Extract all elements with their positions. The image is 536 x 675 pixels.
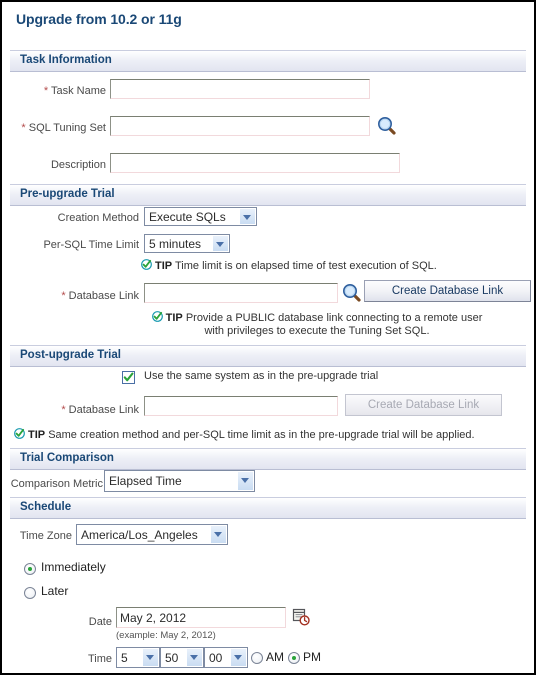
label-text-description: Description	[50, 159, 106, 171]
per-sql-time-limit-select[interactable]: 5 minutes	[144, 234, 230, 253]
label-sql-tuning-set: * SQL Tuning Set	[2, 122, 106, 134]
tip-time-limit: TIP Time limit is on elapsed time of tes…	[141, 259, 511, 273]
magnifier-icon[interactable]	[342, 283, 362, 303]
section-title-pre-upgrade-trial: Pre-upgrade Trial	[20, 188, 115, 200]
label-pre-database-link: * Database Link	[2, 290, 139, 302]
label-time-zone: Time Zone	[19, 530, 72, 542]
time-second-value: 00	[209, 651, 223, 665]
magnifier-icon[interactable]	[377, 116, 397, 136]
time-hour-select[interactable]: 5	[116, 647, 160, 668]
section-header-pre-upgrade-trial: Pre-upgrade Trial	[10, 184, 526, 206]
time-am-label: AM	[266, 650, 284, 664]
section-title-schedule: Schedule	[20, 501, 72, 513]
sql-tuning-set-input[interactable]	[110, 116, 370, 136]
time-second-select[interactable]: 00	[204, 647, 248, 668]
use-same-system-label: Use the same system as in the pre-upgrad…	[144, 370, 379, 382]
calendar-clock-icon[interactable]	[292, 608, 310, 626]
label-text-task-name: Task Name	[50, 85, 106, 97]
chevron-down-icon[interactable]	[142, 649, 158, 666]
tip-check-icon	[141, 259, 152, 270]
post-database-link-input[interactable]	[144, 396, 338, 416]
pre-create-database-link-button[interactable]: Create Database Link	[364, 280, 531, 302]
creation-method-value: Execute SQLs	[149, 210, 226, 224]
tip-prefix: TIP	[165, 312, 183, 324]
schedule-later-label: Later	[41, 584, 69, 598]
chevron-down-icon[interactable]	[239, 209, 255, 224]
chevron-down-icon[interactable]	[210, 526, 226, 543]
comparison-metric-select[interactable]: Elapsed Time	[104, 470, 255, 492]
required-marker-pre-database-link: *	[61, 290, 66, 302]
chevron-down-icon[interactable]	[212, 236, 228, 251]
page-inner: Upgrade from 10.2 or 11g Task Informatio…	[2, 2, 534, 673]
schedule-later-radio[interactable]	[24, 587, 36, 599]
time-minute-select[interactable]: 50	[160, 647, 204, 668]
post-create-database-link-button: Create Database Link	[345, 394, 502, 416]
required-marker-post-database-link: *	[61, 404, 66, 416]
chevron-down-icon[interactable]	[186, 649, 202, 666]
task-name-input[interactable]	[110, 79, 370, 99]
time-pm-radio[interactable]	[288, 652, 300, 664]
label-comparison-metric: Comparison Metric	[10, 478, 103, 490]
time-zone-value: America/Los_Angeles	[81, 528, 198, 542]
section-header-post-upgrade-trial: Post-upgrade Trial	[10, 345, 526, 367]
time-am-radio[interactable]	[251, 652, 263, 664]
tip-prefix: TIP	[155, 260, 173, 272]
tip-same-creation-method: TIP Same creation method and per-SQL tim…	[14, 428, 524, 442]
section-title-post-upgrade-trial: Post-upgrade Trial	[20, 349, 121, 361]
chevron-down-icon[interactable]	[237, 472, 253, 490]
label-post-database-link: * Database Link	[2, 404, 139, 416]
time-pm-label: PM	[303, 650, 321, 664]
tip-check-icon	[14, 428, 25, 439]
required-marker-sql-tuning-set: *	[21, 122, 26, 134]
page-root: Upgrade from 10.2 or 11g Task Informatio…	[0, 0, 536, 675]
label-text-post-database-link: Database Link	[68, 404, 139, 416]
date-input[interactable]	[116, 607, 286, 628]
section-title-task-information: Task Information	[20, 54, 112, 66]
label-text-sql-tuning-set: SQL Tuning Set	[28, 122, 106, 134]
time-minute-value: 50	[165, 651, 179, 665]
schedule-immediately-radio[interactable]	[24, 563, 36, 575]
label-creation-method: Creation Method	[57, 212, 139, 224]
section-header-task-information: Task Information	[10, 50, 526, 72]
tip-prefix: TIP	[28, 429, 46, 441]
comparison-metric-value: Elapsed Time	[109, 474, 182, 488]
tip-text: Provide a PUBLIC database link connectin…	[185, 312, 483, 337]
section-header-trial-comparison: Trial Comparison	[10, 448, 526, 470]
schedule-immediately-label: Immediately	[41, 560, 106, 574]
label-text-pre-database-link: Database Link	[68, 290, 139, 302]
per-sql-time-limit-value: 5 minutes	[149, 237, 202, 251]
date-example-hint: (example: May 2, 2012)	[116, 630, 216, 641]
pre-database-link-input[interactable]	[144, 283, 338, 303]
required-marker-task-name: *	[43, 85, 49, 97]
label-time: Time	[87, 653, 112, 665]
description-input[interactable]	[110, 153, 400, 173]
time-zone-select[interactable]: America/Los_Angeles	[76, 524, 228, 545]
label-per-sql-time-limit: Per-SQL Time Limit	[43, 239, 139, 251]
section-title-trial-comparison: Trial Comparison	[20, 452, 114, 464]
label-date: Date	[88, 616, 112, 628]
tip-public-database-link: TIP Provide a PUBLIC database link conne…	[141, 311, 493, 338]
chevron-down-icon[interactable]	[230, 649, 246, 666]
label-description: Description	[2, 159, 106, 171]
tip-text: Time limit is on elapsed time of test ex…	[174, 260, 437, 272]
section-header-schedule: Schedule	[10, 497, 526, 519]
tip-check-icon	[151, 311, 163, 322]
label-task-name: * Task Name	[2, 85, 106, 97]
time-hour-value: 5	[121, 651, 128, 665]
use-same-system-checkbox[interactable]	[122, 371, 135, 384]
tip-text: Same creation method and per-SQL time li…	[48, 429, 475, 441]
page-title: Upgrade from 10.2 or 11g	[16, 11, 182, 27]
creation-method-select[interactable]: Execute SQLs	[144, 207, 257, 226]
